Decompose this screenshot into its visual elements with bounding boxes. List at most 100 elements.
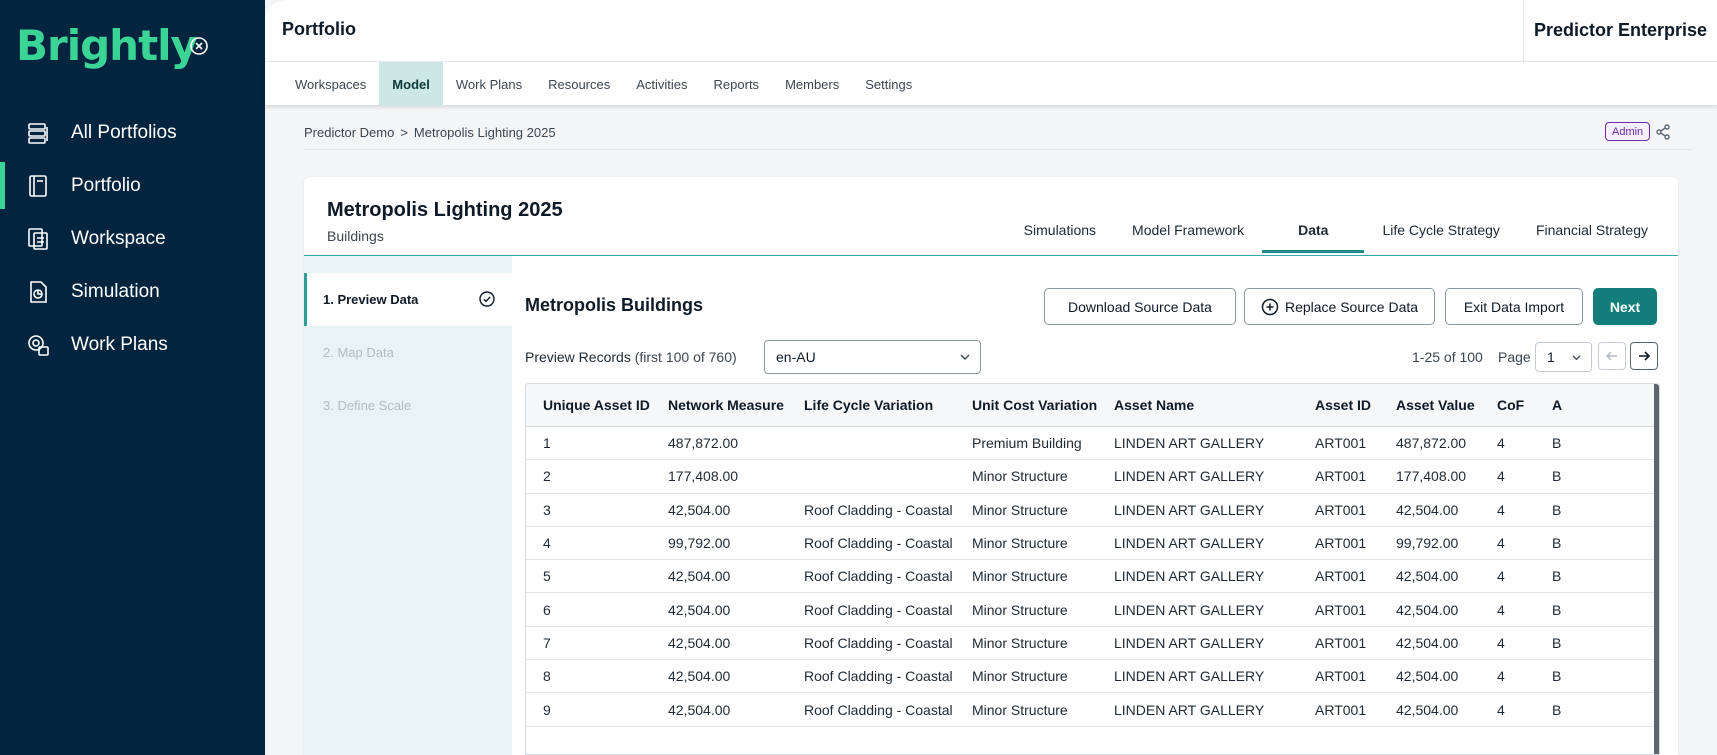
table-cell: ART001 <box>1315 601 1367 618</box>
tab-life-cycle-strategy[interactable]: Life Cycle Strategy <box>1364 213 1518 253</box>
table-cell: Minor Structure <box>972 468 1068 485</box>
product-switcher[interactable]: Predictor Enterprise <box>1523 0 1717 61</box>
subnav-model[interactable]: Model <box>379 62 443 106</box>
table-row[interactable]: 3 42,504.00 Roof Cladding - Coastal Minor S… <box>526 494 1659 527</box>
column-header[interactable]: Unit Cost Variation <box>972 384 1112 426</box>
table-row[interactable]: 9 42,504.00 Roof Cladding - Coastal Minor S… <box>526 693 1659 727</box>
table-cell: Roof Cladding - Coastal <box>804 501 953 518</box>
download-source-data-button[interactable]: Download Source Data <box>1044 288 1236 325</box>
locale-select[interactable]: en-AU <box>764 340 981 374</box>
table-cell: Minor Structure <box>972 568 1068 585</box>
column-header[interactable]: Asset ID <box>1315 384 1395 426</box>
step-preview-data[interactable]: 1. Preview Data <box>304 273 512 326</box>
table-cell: 6 <box>543 601 551 618</box>
next-page-button[interactable] <box>1630 342 1658 370</box>
exit-data-import-button[interactable]: Exit Data Import <box>1445 288 1583 325</box>
table-cell: LINDEN ART GALLERY <box>1114 535 1265 552</box>
column-header[interactable]: A <box>1552 384 1592 426</box>
sidebar-item-label: Simulation <box>71 280 160 302</box>
sidebar: Brightly All Portfolios Portfolio Worksp… <box>0 0 265 755</box>
table-cell: B <box>1552 435 1562 452</box>
arrow-left-icon <box>1605 351 1617 361</box>
table-cell: 8 <box>543 668 551 685</box>
subnav-work-plans[interactable]: Work Plans <box>443 62 535 106</box>
table-row[interactable]: 6 42,504.00 Roof Cladding - Coastal Minor S… <box>526 594 1659 627</box>
table-cell: Minor Structure <box>972 668 1068 685</box>
role-badge: Admin <box>1605 122 1651 141</box>
table-cell: 4 <box>1497 634 1505 651</box>
sidebar-item-work-plans[interactable]: Work Plans <box>0 318 265 371</box>
subnav-activities[interactable]: Activities <box>623 62 700 106</box>
table-cell: 42,504.00 <box>1396 501 1459 518</box>
table-row[interactable]: 2 177,408.00 Minor Structure LINDEN ART GAL… <box>526 460 1659 494</box>
records-title: Preview Records <box>525 349 631 365</box>
table-cell: Roof Cladding - Coastal <box>804 668 953 685</box>
step-label: 1. Preview Data <box>323 292 419 307</box>
preview-records-label: Preview Records (first 100 of 760) <box>525 349 737 365</box>
page-select[interactable]: 1 <box>1535 342 1592 372</box>
replace-source-data-button[interactable]: Replace Source Data <box>1244 288 1435 325</box>
sidebar-item-simulation[interactable]: Simulation <box>0 265 265 318</box>
brand-logo[interactable]: Brightly <box>16 20 198 72</box>
table-cell: 42,504.00 <box>668 568 731 585</box>
model-tabs: Simulations Model Framework Data Life Cy… <box>1006 213 1666 253</box>
table-cell: 42,504.00 <box>1396 634 1459 651</box>
breadcrumb: Predictor Demo > Metropolis Lighting 202… <box>304 125 556 140</box>
subnav-members[interactable]: Members <box>772 62 852 106</box>
table-row[interactable]: 1 487,872.00 Premium Building LINDEN ART GA… <box>526 427 1659 461</box>
tab-model-framework[interactable]: Model Framework <box>1114 213 1262 253</box>
table-row[interactable]: 5 42,504.00 Roof Cladding - Coastal Minor S… <box>526 560 1659 594</box>
table-cell: 487,872.00 <box>668 435 739 452</box>
subnav-resources[interactable]: Resources <box>535 62 623 106</box>
table-cell: LINDEN ART GALLERY <box>1114 634 1265 651</box>
page-title: Portfolio <box>282 19 356 39</box>
step-define-scale[interactable]: 3. Define Scale <box>304 379 512 432</box>
column-header[interactable]: Network Measure <box>668 384 798 426</box>
sidebar-item-all-portfolios[interactable]: All Portfolios <box>0 106 265 159</box>
table-cell: 42,504.00 <box>1396 568 1459 585</box>
sidebar-item-label: Portfolio <box>71 174 141 196</box>
next-button[interactable]: Next <box>1593 288 1657 325</box>
column-header[interactable]: Unique Asset ID <box>543 384 663 426</box>
table-cell: LINDEN ART GALLERY <box>1114 501 1265 518</box>
table-cell: 42,504.00 <box>1396 601 1459 618</box>
subnav-reports[interactable]: Reports <box>701 62 773 106</box>
tab-data[interactable]: Data <box>1262 213 1365 253</box>
step-map-data[interactable]: 2. Map Data <box>304 326 512 379</box>
table-cell: B <box>1552 668 1562 685</box>
tab-simulations[interactable]: Simulations <box>1006 213 1114 253</box>
share-icon[interactable] <box>1655 124 1671 140</box>
table-row[interactable]: 4 99,792.00 Roof Cladding - Coastal Minor S… <box>526 527 1659 561</box>
subnav-settings[interactable]: Settings <box>852 62 925 106</box>
table-cell: B <box>1552 501 1562 518</box>
table-cell: 9 <box>543 701 551 718</box>
sidebar-item-workspace[interactable]: Workspace <box>0 212 265 265</box>
close-sidebar-icon[interactable] <box>189 36 209 56</box>
table-cell: ART001 <box>1315 568 1367 585</box>
top-header: Portfolio Predictor Enterprise <box>265 0 1717 61</box>
column-header[interactable]: CoF <box>1497 384 1547 426</box>
pager-range: 1-25 of 100 <box>1412 349 1483 365</box>
table-cell: B <box>1552 634 1562 651</box>
table-row[interactable]: 7 42,504.00 Roof Cladding - Coastal Minor S… <box>526 627 1659 661</box>
table-cell: 4 <box>1497 468 1505 485</box>
table-cell: 177,408.00 <box>1396 468 1467 485</box>
table-cell: Minor Structure <box>972 535 1068 552</box>
column-header[interactable]: Asset Name <box>1114 384 1314 426</box>
table-row[interactable]: 8 42,504.00 Roof Cladding - Coastal Minor S… <box>526 660 1659 694</box>
chevron-down-icon <box>960 354 970 360</box>
tab-financial-strategy[interactable]: Financial Strategy <box>1518 213 1666 253</box>
table-cell: LINDEN ART GALLERY <box>1114 701 1265 718</box>
breadcrumb-root[interactable]: Predictor Demo <box>304 125 394 140</box>
table-cell: LINDEN ART GALLERY <box>1114 668 1265 685</box>
table-scrollbar[interactable] <box>1654 384 1659 754</box>
button-label: Exit Data Import <box>1463 298 1565 315</box>
column-header[interactable]: Life Cycle Variation <box>804 384 969 426</box>
previous-page-button[interactable] <box>1598 342 1626 370</box>
sidebar-item-portfolio[interactable]: Portfolio <box>0 159 265 212</box>
column-header[interactable]: Asset Value <box>1396 384 1496 426</box>
subnav-workspaces[interactable]: Workspaces <box>282 62 379 106</box>
table-cell: 99,792.00 <box>668 535 731 552</box>
portfolios-icon <box>26 121 50 145</box>
table-cell: 177,408.00 <box>668 468 739 485</box>
